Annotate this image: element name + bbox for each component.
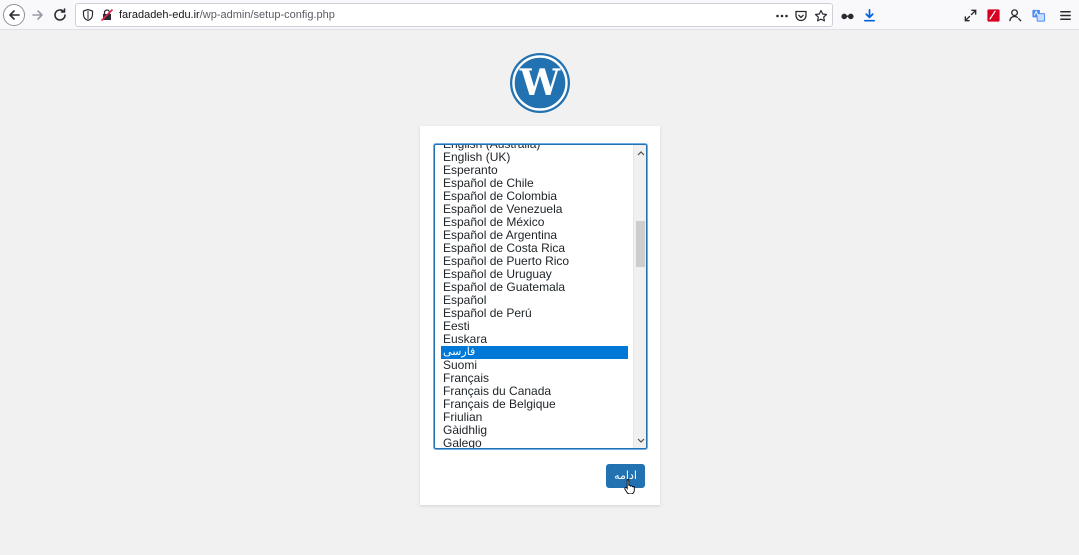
arrow-right-icon: [32, 10, 43, 20]
downloads-button[interactable]: [860, 6, 878, 24]
language-listbox[interactable]: English (Australia) English (UK) Esperanto…: [434, 144, 647, 449]
url-text[interactable]: faradadeh-edu.ir/wp-admin/setup-config.p…: [119, 9, 335, 21]
chevron-down-icon: [637, 438, 644, 443]
back-button[interactable]: [3, 4, 25, 26]
reload-button[interactable]: [48, 3, 72, 27]
translate-person-button[interactable]: [1006, 6, 1024, 24]
scroll-up-button[interactable]: [634, 146, 646, 159]
listbox-scrollbar[interactable]: [633, 145, 646, 448]
hamburger-menu-icon: [1059, 10, 1071, 20]
more-dots-icon: [776, 14, 788, 18]
insecure-lock-icon[interactable]: [100, 8, 114, 22]
wordpress-logo-icon: W: [510, 53, 570, 113]
person-key-icon: [1008, 8, 1022, 22]
bookmark-button[interactable]: [812, 7, 830, 25]
reader-glasses-button[interactable]: [838, 6, 856, 24]
scroll-down-button[interactable]: [634, 434, 646, 447]
menu-button[interactable]: [1056, 6, 1074, 24]
browser-toolbar: faradadeh-edu.ir/wp-admin/setup-config.p…: [0, 0, 1079, 30]
url-path: /wp-admin/setup-config.php: [199, 9, 335, 21]
language-option[interactable]: Galego: [435, 437, 633, 449]
star-icon: [814, 9, 828, 22]
expand-button[interactable]: [961, 6, 979, 24]
pdf-icon: [986, 8, 1000, 22]
translate-icon: [1031, 9, 1045, 22]
glasses-icon: [840, 13, 854, 19]
translate-extension-button[interactable]: [1029, 6, 1047, 24]
pocket-icon: [795, 10, 807, 22]
svg-text:W: W: [519, 62, 561, 104]
setup-card: English (Australia) English (UK) Esperanto…: [420, 126, 660, 505]
language-options: English (Australia) English (UK) Esperanto…: [435, 145, 633, 449]
url-domain: faradadeh-edu.ir: [119, 9, 200, 21]
reload-icon: [54, 8, 66, 21]
hand-cursor-icon: [624, 479, 635, 494]
address-bar[interactable]: faradadeh-edu.ir/wp-admin/setup-config.p…: [75, 3, 833, 27]
expand-arrows-icon: [964, 9, 976, 21]
page-actions-button[interactable]: [773, 7, 791, 25]
pocket-button[interactable]: [792, 7, 810, 25]
chevron-up-icon: [637, 150, 644, 155]
pdf-extension-button[interactable]: [984, 6, 1002, 24]
tracking-shield-icon[interactable]: [81, 8, 95, 22]
arrow-left-icon: [9, 10, 20, 20]
forward-button[interactable]: [26, 3, 50, 27]
language-option[interactable]: Euskara: [435, 333, 633, 346]
scroll-thumb[interactable]: [636, 221, 645, 267]
download-arrow-icon: [863, 8, 875, 21]
